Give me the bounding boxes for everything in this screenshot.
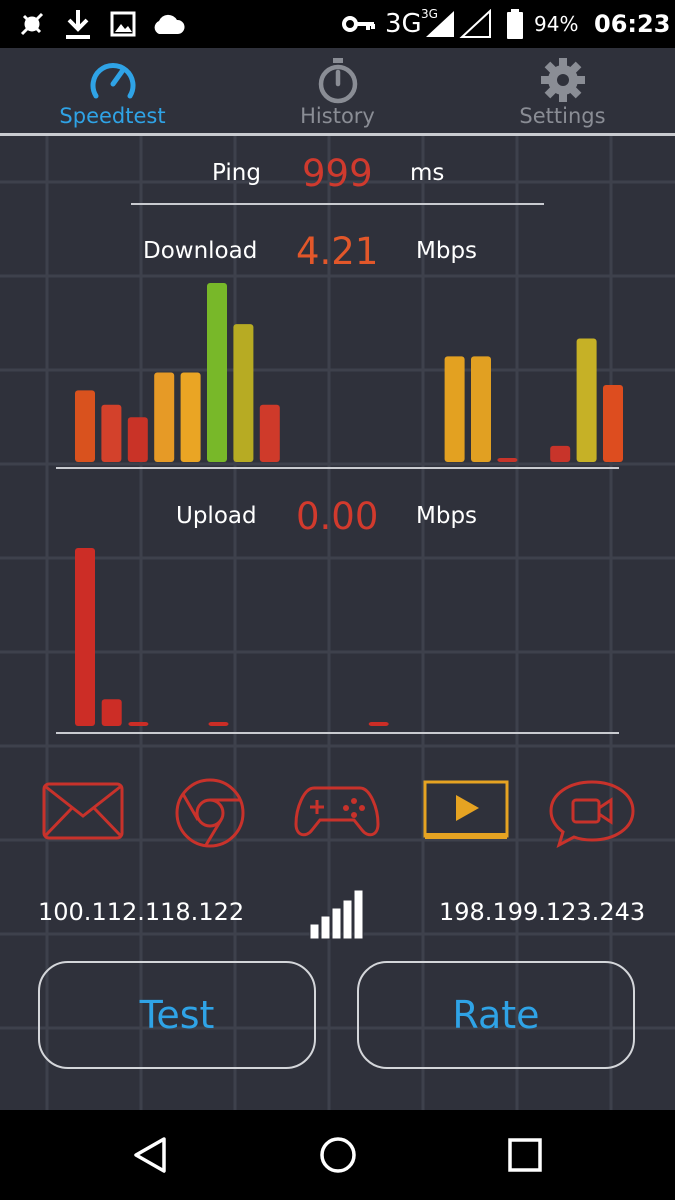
chart-bar [208, 722, 229, 726]
connection-signal-icon [309, 888, 367, 944]
chart-bar [128, 722, 149, 726]
email-icon[interactable] [38, 778, 128, 844]
cloud-icon [150, 0, 186, 48]
client-ip: 100.112.118.122 [38, 898, 245, 926]
chart-bar [101, 699, 122, 726]
recents-icon[interactable] [485, 1110, 565, 1200]
rate-button[interactable]: Rate [357, 961, 635, 1069]
video-chat-icon[interactable] [547, 778, 637, 849]
chrome-icon[interactable] [165, 778, 255, 848]
signal-icon [424, 0, 492, 48]
back-icon[interactable] [110, 1110, 190, 1200]
home-icon[interactable] [298, 1110, 378, 1200]
video-icon[interactable] [421, 778, 511, 844]
test-button[interactable]: Test [38, 961, 316, 1069]
chart-bar [368, 722, 389, 726]
app-content: Speedtest History Settings Ping 999 ms D… [0, 48, 675, 1110]
chart-bar [75, 548, 95, 726]
navigation-bar [0, 1110, 675, 1200]
status-bar: 3G 3G 94% 06:23 [0, 0, 675, 48]
battery-icon [506, 0, 524, 48]
clock: 06:23 [594, 10, 671, 38]
gamepad-icon[interactable] [292, 778, 382, 844]
battery-level: 94% [534, 12, 579, 36]
upload-baseline [56, 732, 619, 734]
network-type: 3G [385, 9, 422, 39]
upload-chart [75, 548, 389, 726]
server-ip: 198.199.123.243 [439, 898, 646, 926]
key-icon [342, 0, 376, 48]
usb-debug-icon [14, 0, 50, 48]
image-icon [110, 0, 136, 48]
download-icon [64, 0, 92, 48]
